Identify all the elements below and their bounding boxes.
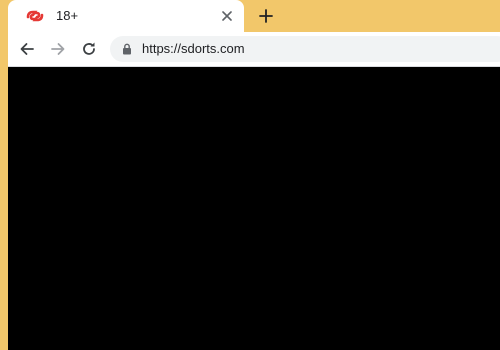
- back-button[interactable]: [17, 39, 37, 59]
- arrow-right-icon: [51, 43, 65, 55]
- lock-icon[interactable]: [122, 43, 132, 55]
- new-tab-button[interactable]: [255, 5, 277, 27]
- url-text[interactable]: https://sdorts.com: [142, 41, 245, 57]
- plus-icon: [259, 9, 273, 23]
- arrow-left-icon: [20, 43, 34, 55]
- page-content[interactable]: [8, 67, 500, 350]
- tab-active[interactable]: 18+: [8, 0, 244, 32]
- red-link-logo-icon: [26, 10, 44, 22]
- reload-icon: [83, 42, 95, 55]
- reload-button[interactable]: [79, 39, 99, 59]
- toolbar: https://sdorts.com: [8, 32, 500, 67]
- address-bar[interactable]: https://sdorts.com: [110, 36, 500, 62]
- tab-title: 18+: [56, 8, 79, 23]
- browser-window: 18+ https://sdorts.com: [0, 0, 500, 350]
- close-icon[interactable]: [218, 7, 236, 25]
- forward-button[interactable]: [48, 39, 68, 59]
